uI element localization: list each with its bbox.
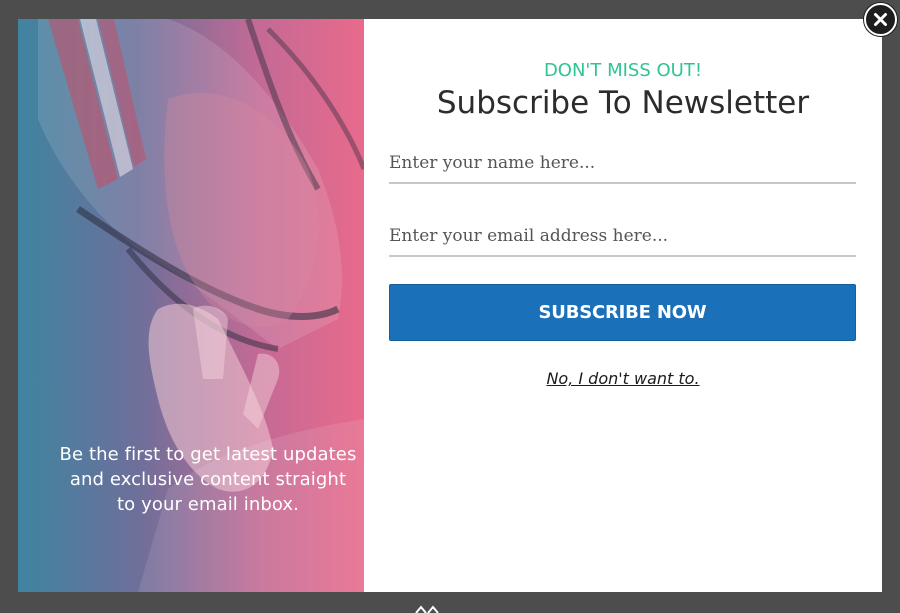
popup-title: Subscribe To Newsletter [436,85,810,121]
promo-tagline: Be the first to get latest updates and e… [59,444,357,515]
newsletter-popup: Be the first to get latest updates and e… [18,19,882,592]
cursor-icon [415,605,439,613]
email-input[interactable] [389,221,856,257]
hero-image-panel: Be the first to get latest updates and e… [18,19,364,592]
name-input[interactable] [389,148,856,184]
close-button[interactable] [864,3,897,36]
close-icon [874,13,887,26]
signup-form-panel: DON'T MISS OUT! Subscribe To Newsletter … [364,19,882,592]
subscribe-button[interactable]: SUBSCRIBE NOW [389,284,856,341]
decline-link[interactable]: No, I don't want to. [364,369,882,388]
kicker-text: DON'T MISS OUT! [543,60,703,81]
